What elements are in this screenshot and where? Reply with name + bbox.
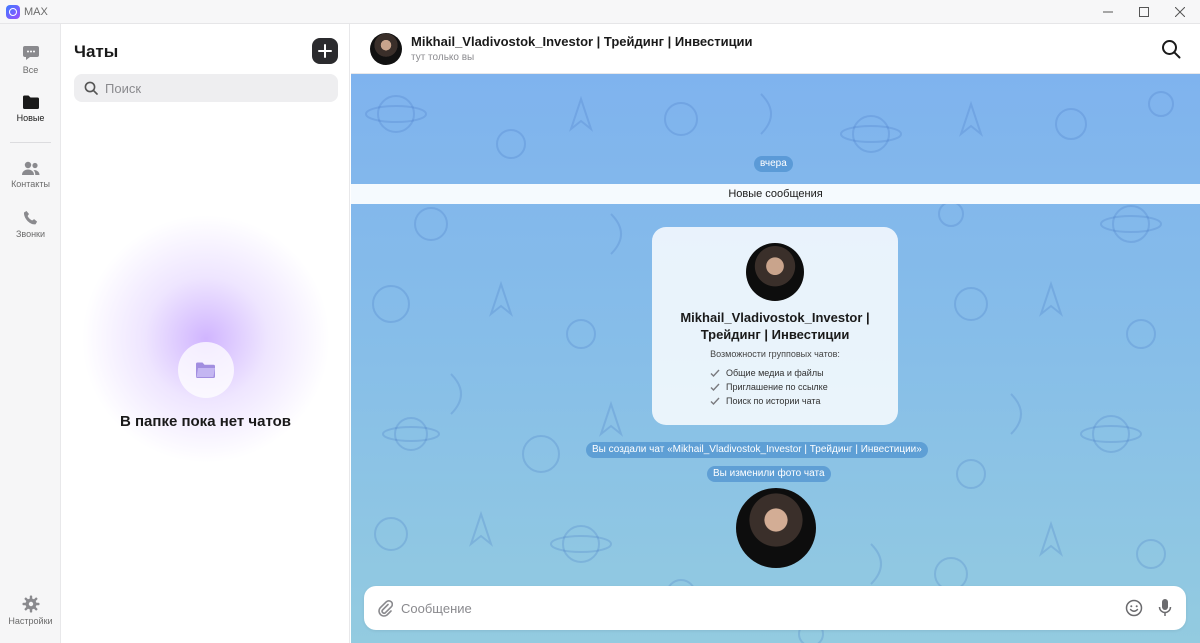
new-messages-divider: Новые сообщения <box>351 184 1200 204</box>
card-avatar <box>746 243 804 301</box>
card-feature: Общие медиа и файлы <box>710 366 824 380</box>
rail-item-label: Все <box>22 65 39 75</box>
chat-messages-area[interactable]: вчера Новые сообщения Mikhail_Vladivosto… <box>351 74 1200 643</box>
system-message: Вы изменили фото чата <box>707 466 831 482</box>
title-bar: MAX <box>0 0 1200 24</box>
maximize-icon <box>1139 7 1149 17</box>
search-placeholder: Поиск <box>105 81 142 96</box>
gear-icon <box>22 595 39 613</box>
check-icon <box>710 397 720 406</box>
search-icon <box>84 81 98 95</box>
chat-list-title: Чаты <box>74 42 119 61</box>
card-feature-label: Общие медиа и файлы <box>726 368 824 378</box>
rail-item-label: Новые <box>16 113 45 123</box>
emoji-icon[interactable] <box>1125 599 1143 617</box>
chat-bubble-icon <box>22 46 39 60</box>
chat-title[interactable]: Mikhail_Vladivostok_Investor | Трейдинг … <box>411 34 753 49</box>
rail-item-calls[interactable]: Звонки <box>0 210 61 239</box>
rail-item-label: Настройки <box>8 616 53 626</box>
card-feature: Поиск по истории чата <box>710 394 820 408</box>
plus-icon <box>318 44 332 58</box>
rail-item-new[interactable]: Новые <box>0 94 61 123</box>
attach-icon[interactable] <box>377 599 393 617</box>
check-icon <box>710 383 720 392</box>
check-icon <box>710 369 720 378</box>
empty-state-text: В папке пока нет чатов <box>119 413 292 430</box>
message-composer[interactable]: Сообщение <box>364 586 1186 630</box>
rail-item-all[interactable]: Все <box>0 44 61 75</box>
phone-icon <box>23 211 37 225</box>
microphone-icon[interactable] <box>1158 598 1172 617</box>
date-divider: вчера <box>754 156 793 172</box>
maximize-button[interactable] <box>1124 0 1164 24</box>
chat-list-panel: Чаты Поиск В папке пока нет чатов <box>61 24 350 643</box>
app-logo-icon <box>6 5 20 19</box>
chat-header: Mikhail_Vladivostok_Investor | Трейдинг … <box>351 24 1200 74</box>
chat-info-card: Mikhail_Vladivostok_Investor | Трейдинг … <box>652 227 898 425</box>
rail-item-settings[interactable]: Настройки <box>0 595 61 626</box>
folder-icon <box>196 362 215 378</box>
card-title: Mikhail_Vladivostok_Investor | Трейдинг … <box>680 310 870 342</box>
chat-search-button[interactable] <box>1161 39 1181 64</box>
rail-divider <box>10 142 51 143</box>
message-input-placeholder[interactable]: Сообщение <box>401 601 472 616</box>
card-subtitle: Возможности групповых чатов: <box>710 349 840 359</box>
nav-rail: Все Новые Контакты Звонки Настройки <box>0 24 61 643</box>
minimize-button[interactable] <box>1088 0 1128 24</box>
chat-photo[interactable] <box>736 488 816 568</box>
chat-avatar[interactable] <box>370 33 402 65</box>
close-button[interactable] <box>1160 0 1200 24</box>
card-feature-label: Поиск по истории чата <box>726 396 821 406</box>
app-title: MAX <box>24 6 48 18</box>
rail-item-label: Звонки <box>15 229 46 239</box>
search-icon <box>1162 40 1181 59</box>
close-icon <box>1175 7 1185 17</box>
card-feature-label: Приглашение по ссылке <box>726 382 828 392</box>
minimize-icon <box>1103 11 1113 13</box>
system-message: Вы создали чат «Mikhail_Vladivostok_Inve… <box>586 442 928 458</box>
card-feature: Приглашение по ссылке <box>710 380 828 394</box>
empty-folder-badge <box>178 342 234 398</box>
new-chat-button[interactable] <box>312 38 338 64</box>
contacts-icon <box>21 161 39 175</box>
folder-icon <box>22 95 39 109</box>
chat-subtitle: тут только вы <box>411 52 475 63</box>
rail-item-label: Контакты <box>11 179 50 189</box>
chat-search-input[interactable]: Поиск <box>74 74 338 102</box>
rail-item-contacts[interactable]: Контакты <box>0 160 61 189</box>
